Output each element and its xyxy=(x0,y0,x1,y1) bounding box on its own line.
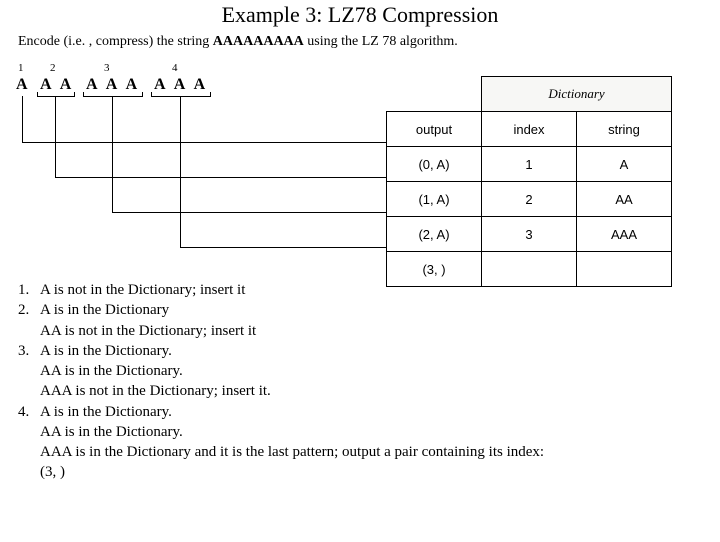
cell-output: (2, A) xyxy=(387,217,482,252)
col-string: string xyxy=(577,112,672,147)
connector-2-h xyxy=(55,177,386,178)
col-output: output xyxy=(387,112,482,147)
cell-index: 1 xyxy=(482,147,577,182)
prompt-string: AAAAAAAAA xyxy=(213,34,304,49)
table-row: (1, A) 2 AA xyxy=(387,182,672,217)
step-text: A is in the Dictionary AA is not in the … xyxy=(40,300,720,341)
step-line: (3, ) xyxy=(40,464,65,480)
prompt-pre: Encode (i.e. , compress) the string xyxy=(18,34,213,49)
dictionary-table: Dictionary output index string (0, A) 1 … xyxy=(386,76,672,287)
lz78-diagram: 1 A 2 A A 3 A A A 4 A A A Dictionary out… xyxy=(10,56,710,266)
bracket-group-2 xyxy=(37,92,75,97)
table-row: (2, A) 3 AAA xyxy=(387,217,672,252)
step-line: AA is in the Dictionary. xyxy=(40,363,183,379)
cell-index xyxy=(482,252,577,287)
step-line: A is in the Dictionary. xyxy=(40,343,172,359)
col-index: index xyxy=(482,112,577,147)
group-1-chars: A xyxy=(16,76,31,94)
cell-output: (0, A) xyxy=(387,147,482,182)
step-label: 3. xyxy=(18,341,40,361)
connector-2-v xyxy=(55,96,56,177)
step-4: 4. A is in the Dictionary. AA is in the … xyxy=(18,402,720,483)
connector-1-v xyxy=(22,96,23,142)
cell-string: AAA xyxy=(577,217,672,252)
bracket-group-3 xyxy=(83,92,143,97)
step-label: 1. xyxy=(18,280,40,300)
cell-string: AA xyxy=(577,182,672,217)
prompt-post: using the LZ 78 algorithm. xyxy=(304,34,458,49)
bracket-group-4 xyxy=(151,92,211,97)
table-row: (0, A) 1 A xyxy=(387,147,672,182)
connector-3-v xyxy=(112,96,113,212)
group-1-index: 1 xyxy=(18,62,24,74)
step-line: A is in the Dictionary xyxy=(40,302,169,318)
group-2-index: 2 xyxy=(50,62,56,74)
step-text: A is in the Dictionary. AA is in the Dic… xyxy=(40,341,720,402)
step-line: A is in the Dictionary. xyxy=(40,404,172,420)
step-2: 2. A is in the Dictionary AA is not in t… xyxy=(18,300,720,341)
connector-1-h xyxy=(22,142,386,143)
connector-4-h xyxy=(180,247,386,248)
step-label: 4. xyxy=(18,402,40,422)
group-4-index: 4 xyxy=(172,62,178,74)
cell-index: 2 xyxy=(482,182,577,217)
steps-list: 1. A is not in the Dictionary; insert it… xyxy=(18,280,720,483)
step-line: AAA is in the Dictionary and it is the l… xyxy=(40,444,544,460)
connector-3-h xyxy=(112,212,386,213)
cell-index: 3 xyxy=(482,217,577,252)
group-3-index: 3 xyxy=(104,62,110,74)
step-line: AA is in the Dictionary. xyxy=(40,424,183,440)
dictionary-header: Dictionary xyxy=(482,77,672,112)
group-1: 1 A xyxy=(16,76,31,94)
step-line: AAA is not in the Dictionary; insert it. xyxy=(40,383,271,399)
step-text: A is in the Dictionary. AA is in the Dic… xyxy=(40,402,720,483)
cell-output: (1, A) xyxy=(387,182,482,217)
page-title: Example 3: LZ78 Compression xyxy=(0,2,720,28)
table-row: (3, ) xyxy=(387,252,672,287)
cell-string xyxy=(577,252,672,287)
encode-prompt: Encode (i.e. , compress) the string AAAA… xyxy=(18,34,720,50)
step-line: AA is not in the Dictionary; insert it xyxy=(40,323,256,339)
step-label: 2. xyxy=(18,300,40,320)
blank-cell xyxy=(387,77,482,112)
connector-4-v xyxy=(180,96,181,247)
step-3: 3. A is in the Dictionary. AA is in the … xyxy=(18,341,720,402)
cell-string: A xyxy=(577,147,672,182)
cell-output: (3, ) xyxy=(387,252,482,287)
